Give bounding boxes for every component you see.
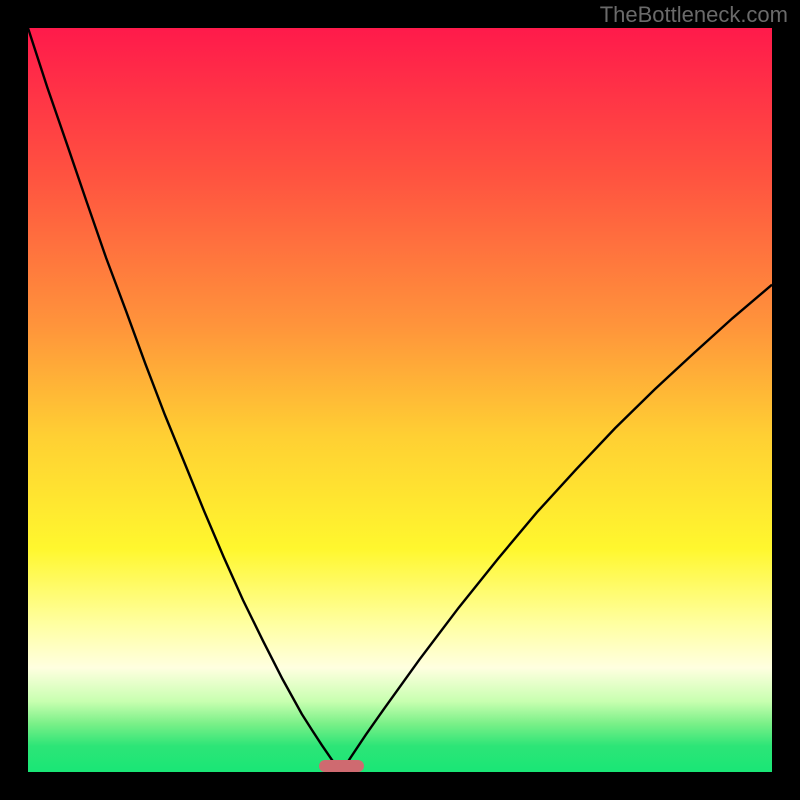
curves-svg bbox=[28, 28, 772, 772]
bottleneck-marker bbox=[319, 760, 364, 772]
plot-area bbox=[28, 28, 772, 772]
curve-left-curve bbox=[28, 28, 341, 772]
chart-container: TheBottleneck.com bbox=[0, 0, 800, 800]
curve-right-curve bbox=[341, 285, 772, 772]
watermark-text: TheBottleneck.com bbox=[600, 2, 788, 28]
